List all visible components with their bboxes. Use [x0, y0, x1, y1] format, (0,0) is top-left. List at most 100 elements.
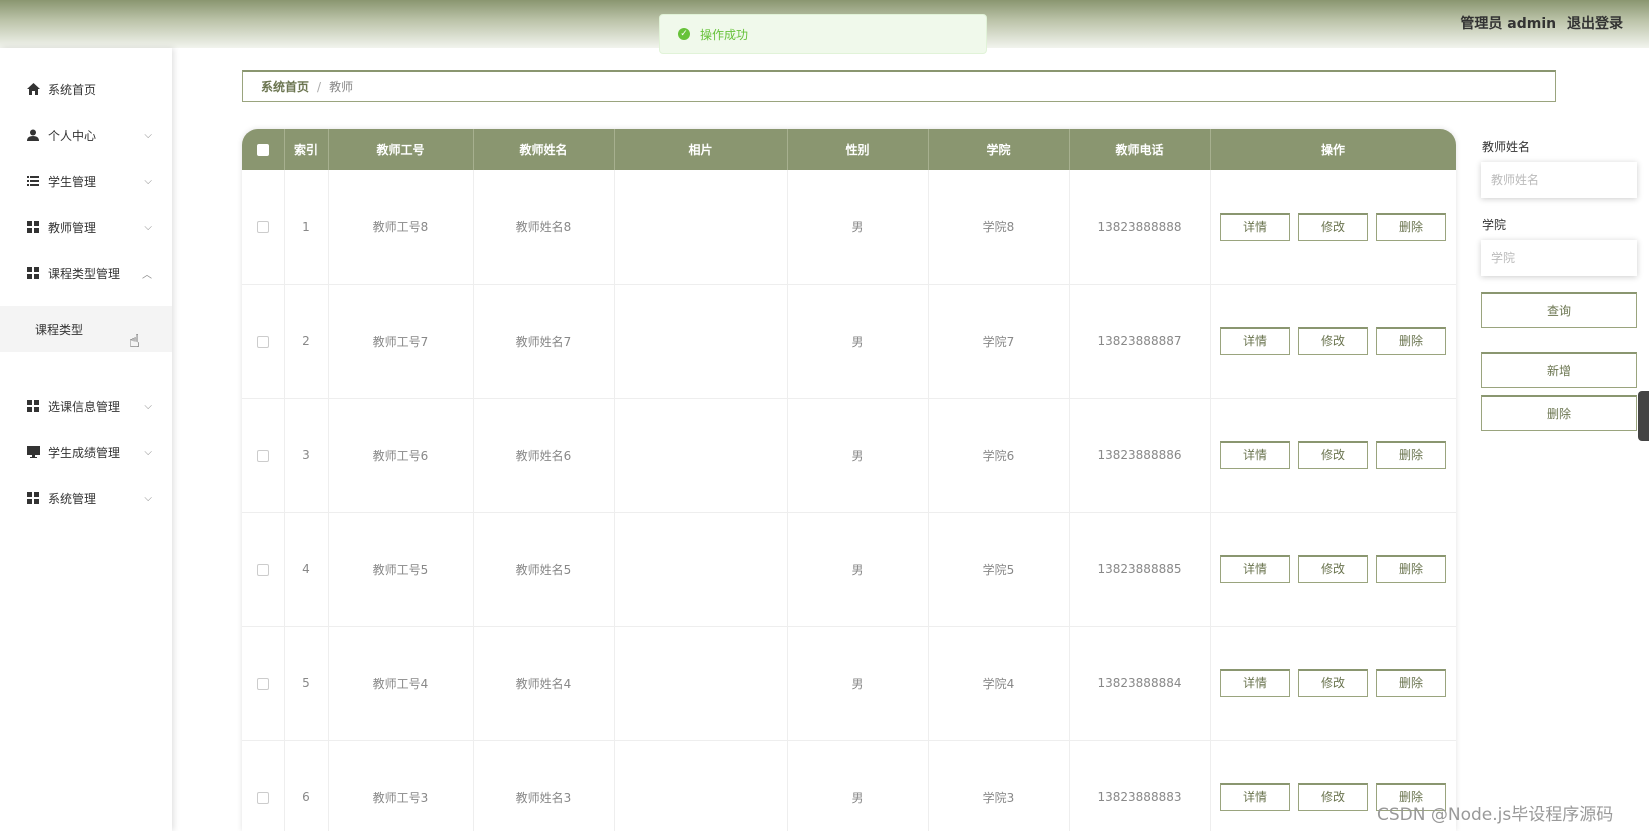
- edit-button[interactable]: 修改: [1298, 327, 1368, 355]
- cell-teacher-id: 教师工号4: [328, 626, 474, 741]
- cell-teacher-id: 教师工号3: [328, 740, 474, 831]
- row-select-cell: [242, 170, 285, 285]
- edit-button[interactable]: 修改: [1298, 441, 1368, 469]
- user-info: 管理员 admin 退出登录: [1454, 13, 1623, 33]
- delete-button[interactable]: 删除: [1376, 212, 1446, 241]
- row-checkbox[interactable]: [256, 677, 269, 690]
- edit-button[interactable]: 修改: [1298, 555, 1368, 583]
- cell-photo: [614, 284, 788, 399]
- row-checkbox[interactable]: [256, 335, 269, 348]
- sidebar-item-label: 系统首页: [48, 82, 97, 97]
- query-button[interactable]: 查询: [1481, 292, 1637, 328]
- batch-delete-button[interactable]: 删除: [1481, 395, 1637, 431]
- cell-teacher-name: 教师姓名3: [473, 740, 615, 831]
- detail-button[interactable]: 详情: [1220, 783, 1290, 811]
- detail-button[interactable]: 详情: [1220, 441, 1290, 469]
- cell-teacher-id: 教师工号8: [328, 170, 474, 285]
- cell-teacher-name: 教师姓名6: [473, 398, 615, 513]
- table-row: 5 教师工号4 教师姓名4 男 学院4 13823888884 详情 修改 删除: [242, 626, 1456, 741]
- breadcrumb-home[interactable]: 系统首页: [261, 78, 309, 95]
- row-checkbox[interactable]: [256, 791, 269, 804]
- table-row: 4 教师工号5 教师姓名5 男 学院5 13823888885 详情 修改 删除: [242, 512, 1456, 627]
- cell-gender: 男: [787, 398, 929, 513]
- cell-photo: [614, 740, 788, 831]
- cell-teacher-id: 教师工号6: [328, 398, 474, 513]
- sidebar-item-personal[interactable]: 个人中心 ⌵: [0, 112, 172, 158]
- cell-index: 1: [284, 170, 329, 285]
- user-icon: [26, 128, 40, 142]
- cell-college: 学院6: [928, 398, 1070, 513]
- sidebar-item-home[interactable]: 系统首页: [0, 66, 172, 112]
- row-checkbox[interactable]: [256, 449, 269, 462]
- delete-button[interactable]: 删除: [1376, 441, 1446, 469]
- sidebar-item-grades[interactable]: 学生成绩管理 ⌵: [0, 429, 172, 475]
- cell-phone: 13823888885: [1069, 512, 1211, 627]
- sidebar-item-course-types[interactable]: 课程类型管理 ︿: [0, 250, 172, 296]
- cell-phone: 13823888887: [1069, 284, 1211, 399]
- detail-button[interactable]: 详情: [1220, 327, 1290, 355]
- chevron-down-icon: ⌵: [144, 492, 152, 504]
- row-select-cell: [242, 740, 285, 831]
- cell-teacher-name: 教师姓名7: [473, 284, 615, 399]
- cell-actions: 详情 修改 删除: [1210, 512, 1456, 627]
- detail-button[interactable]: 详情: [1220, 212, 1290, 241]
- row-select-cell: [242, 398, 285, 513]
- sidebar-item-enrollment[interactable]: 选课信息管理 ⌵: [0, 383, 172, 429]
- detail-button[interactable]: 详情: [1220, 669, 1290, 697]
- table-row: 6 教师工号3 教师姓名3 男 学院3 13823888883 详情 修改 删除: [242, 740, 1456, 831]
- add-button[interactable]: 新增: [1481, 352, 1637, 388]
- edit-button[interactable]: 修改: [1298, 669, 1368, 697]
- sidebar-item-label: 教师管理: [48, 220, 97, 235]
- edit-button[interactable]: 修改: [1298, 212, 1368, 241]
- college-label: 学院: [1482, 218, 1507, 232]
- teacher-table: 索引 教师工号 教师姓名 相片 性别 学院 教师电话 操作 1 教师工号8 教师…: [242, 129, 1456, 831]
- detail-button[interactable]: 详情: [1220, 555, 1290, 583]
- delete-button[interactable]: 删除: [1376, 327, 1446, 355]
- chevron-up-icon: ︿: [142, 269, 152, 281]
- check-circle-icon: ✓: [678, 28, 690, 40]
- cell-college: 学院8: [928, 170, 1070, 285]
- breadcrumb-current: 教师: [329, 80, 354, 94]
- sidebar-item-label: 学生成绩管理: [48, 445, 121, 460]
- table-row: 1 教师工号8 教师姓名8 男 学院8 13823888888 详情 修改 删除: [242, 170, 1456, 285]
- breadcrumb: 系统首页 / 教师: [242, 70, 1556, 102]
- table-row: 3 教师工号6 教师姓名6 男 学院6 13823888886 详情 修改 删除: [242, 398, 1456, 513]
- table-row: 2 教师工号7 教师姓名7 男 学院7 13823888887 详情 修改 删除: [242, 284, 1456, 399]
- select-all-checkbox[interactable]: [256, 144, 269, 156]
- logout-link[interactable]: 退出登录: [1567, 16, 1623, 32]
- grid-icon: [26, 266, 40, 280]
- sidebar-subitem-course-type[interactable]: 课程类型: [0, 306, 172, 352]
- hand-cursor-icon: ☝: [129, 331, 140, 352]
- cell-actions: 详情 修改 删除: [1210, 398, 1456, 513]
- sidebar-item-system[interactable]: 系统管理 ⌵: [0, 475, 172, 521]
- monitor-icon: [26, 445, 40, 459]
- side-drawer-tab[interactable]: [1638, 391, 1649, 441]
- cell-index: 5: [284, 626, 329, 741]
- chevron-down-icon: ⌵: [144, 221, 152, 233]
- cell-photo: [614, 626, 788, 741]
- college-input[interactable]: [1481, 240, 1637, 276]
- sidebar-item-teachers[interactable]: 教师管理 ⌵: [0, 204, 172, 250]
- cell-photo: [614, 170, 788, 285]
- sidebar-item-label: 系统管理: [48, 491, 97, 506]
- column-header: 操作: [1210, 129, 1456, 170]
- row-checkbox[interactable]: [256, 221, 269, 234]
- table-header-row: 索引 教师工号 教师姓名 相片 性别 学院 教师电话 操作: [242, 129, 1456, 170]
- sidebar-item-label: 个人中心: [48, 128, 97, 143]
- row-checkbox[interactable]: [256, 563, 269, 576]
- grid-icon: [26, 220, 40, 234]
- cell-college: 学院3: [928, 740, 1070, 831]
- sidebar-item-students[interactable]: 学生管理 ⌵: [0, 158, 172, 204]
- edit-button[interactable]: 修改: [1298, 783, 1368, 811]
- column-header: 教师电话: [1069, 129, 1211, 170]
- delete-button[interactable]: 删除: [1376, 669, 1446, 697]
- teacher-name-label: 教师姓名: [1482, 140, 1531, 154]
- teacher-name-input[interactable]: [1481, 162, 1637, 198]
- cell-college: 学院4: [928, 626, 1070, 741]
- select-all-header[interactable]: [242, 129, 285, 170]
- column-header: 相片: [614, 129, 788, 170]
- delete-button[interactable]: 删除: [1376, 555, 1446, 583]
- cell-teacher-name: 教师姓名8: [473, 170, 615, 285]
- cell-index: 4: [284, 512, 329, 627]
- row-select-cell: [242, 284, 285, 399]
